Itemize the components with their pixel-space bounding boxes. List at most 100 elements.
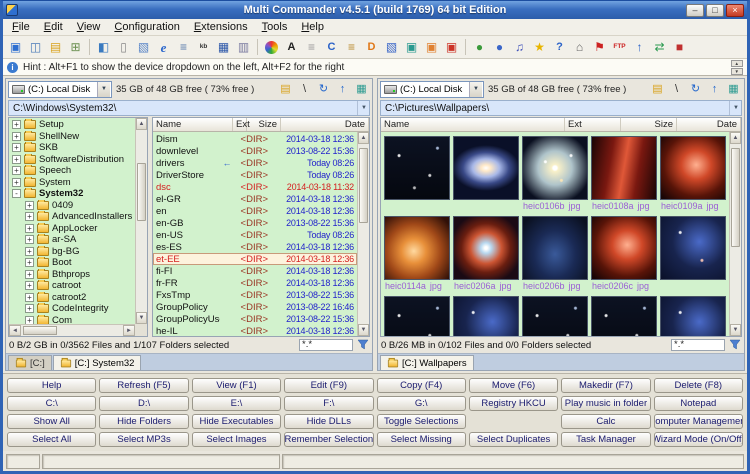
- view-grid-icon[interactable]: ▦: [725, 81, 742, 98]
- command-button[interactable]: Wizard Mode (On/Off): [653, 432, 743, 447]
- blue-docs-icon[interactable]: ▧: [382, 38, 401, 57]
- scroll-left-icon[interactable]: ◄: [9, 325, 21, 336]
- refresh-icon[interactable]: ↻: [315, 81, 332, 98]
- file-row[interactable]: DriverStore <DIR> Today 08:26: [153, 169, 357, 181]
- command-button[interactable]: Hide DLLs: [284, 414, 374, 429]
- tree-item[interactable]: + ShellNew: [9, 130, 135, 143]
- command-button[interactable]: View (F1): [191, 378, 282, 393]
- expand-icon[interactable]: +: [25, 246, 34, 256]
- column-header-size[interactable]: Size: [621, 118, 677, 131]
- document-icon[interactable]: ▯: [114, 38, 133, 57]
- thumbnail-item[interactable]: [660, 216, 726, 292]
- command-button[interactable]: Refresh (F5): [99, 378, 189, 393]
- drive-selector[interactable]: (C:) Local Disk ▼: [380, 81, 484, 98]
- menu-item-edit[interactable]: Edit: [37, 20, 70, 34]
- file-row[interactable]: Dism <DIR> 2014-03-18 12:36: [153, 133, 357, 145]
- scroll-right-icon[interactable]: ►: [123, 325, 135, 336]
- command-button[interactable]: Help: [7, 378, 97, 393]
- lines-icon[interactable]: ≡: [342, 38, 361, 57]
- command-button[interactable]: Task Manager: [561, 432, 651, 447]
- collapse-icon[interactable]: -: [12, 189, 21, 199]
- expand-icon[interactable]: +: [25, 315, 34, 324]
- computer-icon[interactable]: ▣: [6, 38, 25, 57]
- thumbnail-item[interactable]: [384, 136, 450, 212]
- command-button[interactable]: Makedir (F7): [561, 378, 651, 393]
- expand-icon[interactable]: +: [25, 281, 34, 291]
- letter-a-icon[interactable]: A: [282, 38, 301, 57]
- command-button[interactable]: Notepad: [653, 396, 743, 411]
- dropdown-arrow-icon[interactable]: ▼: [469, 82, 482, 97]
- file-row[interactable]: drivers ← <DIR> Today 08:26: [153, 157, 357, 169]
- expand-icon[interactable]: +: [25, 200, 34, 210]
- star-icon[interactable]: ★: [530, 38, 549, 57]
- expand-icon[interactable]: +: [25, 258, 34, 268]
- command-button[interactable]: Select MP3s: [99, 432, 189, 447]
- thumbnail-item[interactable]: heic0114a jpg: [384, 216, 450, 292]
- command-button[interactable]: Toggle Selections: [376, 414, 466, 429]
- thumbnail-item[interactable]: heic0206b jpg: [522, 216, 588, 292]
- menu-item-view[interactable]: View: [70, 20, 108, 34]
- file-row[interactable]: en-GB <DIR> 2013-08-22 15:36: [153, 217, 357, 229]
- scrollbar-thumb[interactable]: [23, 326, 57, 335]
- scrollbar-thumb[interactable]: [359, 147, 368, 224]
- dual-display-icon[interactable]: ◫: [26, 38, 45, 57]
- pane-tab[interactable]: [C:]: [8, 355, 52, 370]
- menu-item-configuration[interactable]: Configuration: [107, 20, 186, 34]
- thumbnail-item[interactable]: heic0106b jpg: [522, 136, 588, 212]
- sync-icon[interactable]: ⇄: [650, 38, 669, 57]
- tree-item[interactable]: + System: [9, 176, 135, 189]
- letter-d-icon[interactable]: D: [362, 38, 381, 57]
- command-button[interactable]: Computer Management: [653, 414, 743, 429]
- notepad-icon[interactable]: ≡: [174, 38, 193, 57]
- command-button[interactable]: Select Images: [191, 432, 282, 447]
- command-button[interactable]: Hide Folders: [99, 414, 189, 429]
- command-button[interactable]: E:\: [191, 396, 282, 411]
- expand-icon[interactable]: +: [25, 269, 34, 279]
- root-path-icon[interactable]: \: [296, 81, 313, 98]
- file-row[interactable]: en <DIR> 2014-03-18 12:36: [153, 205, 357, 217]
- tree-item[interactable]: + SKB: [9, 142, 135, 154]
- pane-tab[interactable]: [C:] System32: [52, 355, 142, 370]
- column-header-size[interactable]: Size: [247, 118, 281, 131]
- column-header-ext[interactable]: Ext: [233, 118, 250, 131]
- path-dropdown-icon[interactable]: ▼: [729, 101, 739, 115]
- tree-item[interactable]: + SoftwareDistribution: [9, 153, 135, 166]
- file-row[interactable]: FxsTmp <DIR> 2013-08-22 15:36: [153, 289, 357, 301]
- scrollbar-track[interactable]: [358, 144, 369, 324]
- command-button[interactable]: Delete (F8): [653, 378, 743, 393]
- tree-item[interactable]: + Setup: [9, 119, 135, 131]
- column-header-ext[interactable]: Ext: [565, 118, 621, 131]
- list-vertical-scrollbar[interactable]: ▲ ▼: [357, 132, 369, 336]
- tree-item[interactable]: + ar-SA: [9, 234, 135, 246]
- expand-icon[interactable]: +: [12, 120, 21, 130]
- file-row[interactable]: he-IL <DIR> 2014-03-18 12:36: [153, 325, 357, 337]
- blue-drive-icon[interactable]: ●: [490, 38, 509, 57]
- red-app-icon[interactable]: ▣: [442, 38, 461, 57]
- keyboard-icon[interactable]: kb: [194, 38, 213, 57]
- green-drive-icon[interactable]: ●: [470, 38, 489, 57]
- command-button[interactable]: Copy (F4): [376, 378, 466, 393]
- scroll-up-icon[interactable]: ▲: [358, 132, 369, 144]
- drive-selector[interactable]: (C:) Local Disk ▼: [8, 81, 112, 98]
- menu-item-help[interactable]: Help: [294, 20, 331, 34]
- file-row[interactable]: es-ES <DIR> 2014-03-18 12:36: [153, 241, 357, 253]
- expand-icon[interactable]: +: [25, 223, 34, 233]
- menu-item-tools[interactable]: Tools: [255, 20, 295, 34]
- expand-icon[interactable]: +: [12, 166, 21, 176]
- thumbnail-item[interactable]: heic0109a jpg: [660, 136, 726, 212]
- help-icon[interactable]: ?: [550, 38, 569, 57]
- command-button[interactable]: Play music in folder: [561, 396, 651, 411]
- expand-icon[interactable]: +: [25, 212, 34, 222]
- tree-item[interactable]: + Com: [9, 314, 135, 324]
- file-row[interactable]: el-GR <DIR> 2014-03-18 12:36: [153, 193, 357, 205]
- spin-down-icon[interactable]: ▼: [730, 67, 743, 75]
- close-button[interactable]: ×: [726, 3, 744, 17]
- tree-item[interactable]: + catroot: [9, 280, 135, 292]
- root-path-icon[interactable]: \: [668, 81, 685, 98]
- scroll-down-icon[interactable]: ▼: [730, 324, 741, 336]
- home-icon[interactable]: ⌂: [570, 38, 589, 57]
- calculator-icon[interactable]: ▦: [214, 38, 233, 57]
- scroll-down-icon[interactable]: ▼: [136, 312, 147, 324]
- parent-folder-icon[interactable]: ↑: [706, 81, 723, 98]
- expand-icon[interactable]: +: [12, 143, 21, 153]
